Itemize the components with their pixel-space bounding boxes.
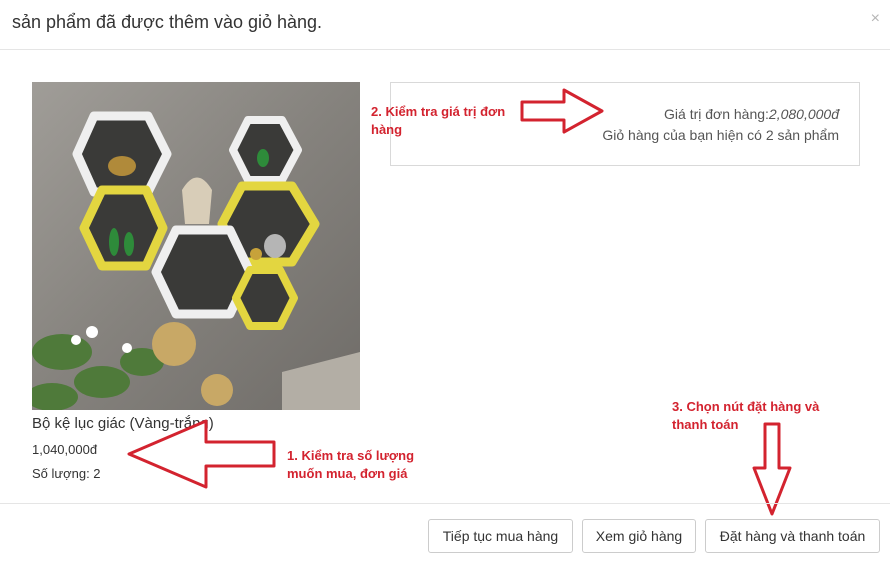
modal-header: sản phẩm đã được thêm vào giỏ hàng. ×	[0, 0, 890, 50]
modal-title: sản phẩm đã được thêm vào giỏ hàng.	[12, 12, 323, 32]
annotation-arrow-right-icon	[520, 88, 604, 134]
cart-count-text: Giỏ hàng của bạn hiện có 2 sản phẩm	[602, 127, 839, 143]
product-price: 1,040,000đ	[32, 442, 98, 457]
continue-shopping-button[interactable]: Tiếp tục mua hàng	[428, 519, 573, 553]
order-value: 2,080,000đ	[768, 106, 839, 122]
product-quantity: Số lượng: 2	[32, 466, 101, 481]
order-value-line: Giá trị đơn hàng:2,080,000đ	[664, 106, 839, 122]
checkout-button[interactable]: Đặt hàng và thanh toán	[705, 519, 880, 553]
cart-added-modal: sản phẩm đã được thêm vào giỏ hàng. × Bộ…	[0, 0, 890, 563]
view-cart-button[interactable]: Xem giỏ hàng	[582, 519, 696, 553]
annotation-arrow-left-icon	[127, 419, 276, 489]
annotation-step-2: 2. Kiểm tra giá trị đơn hàng	[371, 104, 506, 137]
close-icon[interactable]: ×	[871, 10, 880, 28]
annotation-step-3: 3. Chọn nút đặt hàng và thanh toán	[672, 399, 820, 432]
order-value-label: Giá trị đơn hàng:	[664, 106, 769, 122]
product-image	[32, 82, 360, 410]
annotation-arrow-down-icon	[752, 422, 792, 516]
annotation-step-1: 1. Kiểm tra số lượng muốn mua, đơn giá	[287, 448, 415, 481]
modal-footer: Tiếp tục mua hàng Xem giỏ hàng Đặt hàng …	[0, 503, 890, 563]
